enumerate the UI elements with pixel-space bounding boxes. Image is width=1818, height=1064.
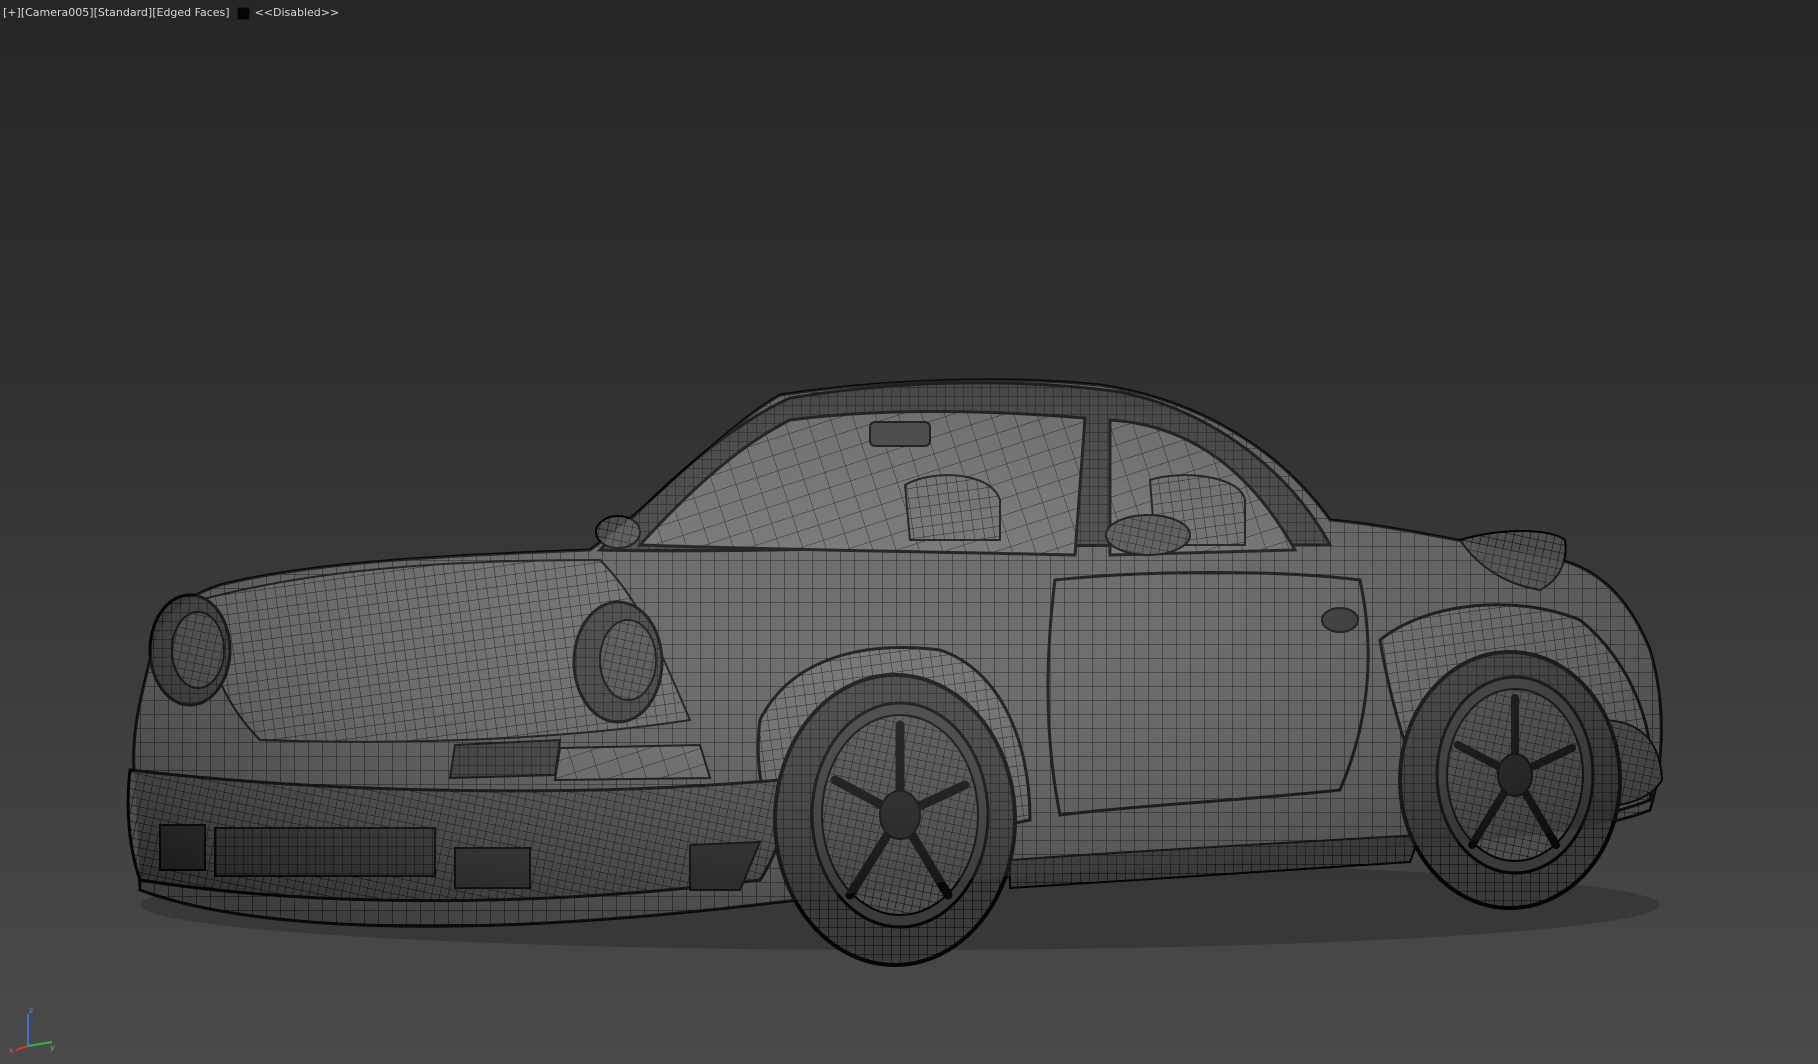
x-axis-label: x xyxy=(9,1046,14,1054)
car-wireframe-model[interactable] xyxy=(0,0,1818,1064)
3d-viewport[interactable]: [+] [Camera005] [Standard] [Edged Faces]… xyxy=(0,0,1818,1064)
x-axis-line xyxy=(15,1045,29,1051)
viewport-display-style-menu[interactable]: [Edged Faces] xyxy=(152,4,229,22)
axis-tripod-icon: z y x xyxy=(9,1006,55,1054)
viewport-camera-menu[interactable]: [Camera005] xyxy=(21,4,94,22)
viewport-status-label[interactable]: <<Disabled>> xyxy=(255,4,340,22)
background-color-swatch[interactable] xyxy=(236,6,250,20)
y-axis-label: y xyxy=(50,1043,55,1052)
viewport-general-menu[interactable]: [+] xyxy=(3,4,21,22)
viewport-shading-menu[interactable]: [Standard] xyxy=(94,4,153,22)
y-axis-line xyxy=(27,1041,53,1047)
z-axis-label: z xyxy=(29,1006,33,1015)
viewport-label-menu[interactable]: [+] [Camera005] [Standard] [Edged Faces]… xyxy=(3,4,339,22)
